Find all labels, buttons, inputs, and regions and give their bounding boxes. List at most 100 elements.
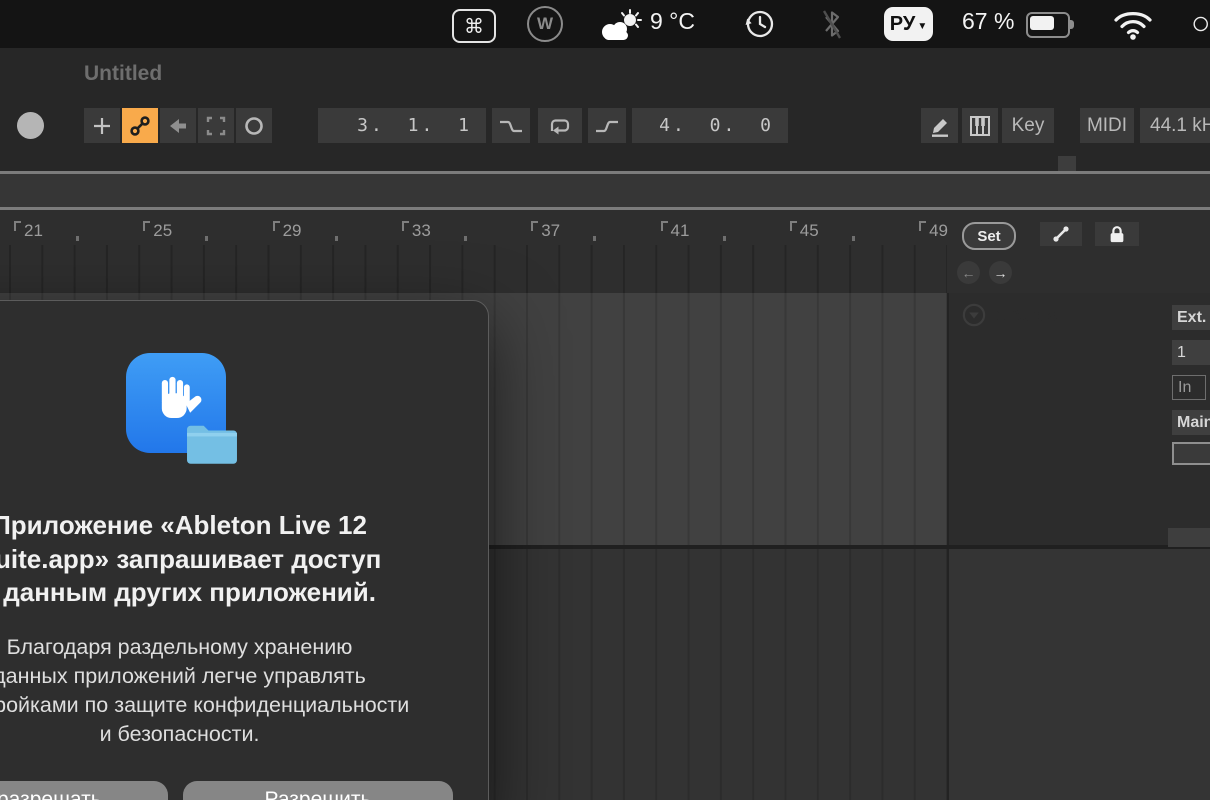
dialog-title-line: Suite.app» запрашивает доступ [0, 543, 382, 574]
nav-back-button[interactable]: ← [957, 261, 980, 284]
ruler-grid [0, 245, 947, 293]
allow-button[interactable]: Разрешить [183, 781, 453, 800]
track-header-column-lower [947, 549, 1210, 800]
lock-icon [1110, 226, 1124, 243]
circle-icon [245, 116, 263, 135]
battery-nub [1070, 20, 1074, 29]
key-map-button[interactable]: Key [1002, 108, 1054, 143]
track-name[interactable]: 1 Audio [996, 306, 1058, 326]
monitor-in-button[interactable]: In [1172, 375, 1206, 400]
arrangement-position-display[interactable]: 3. 1. 1 [318, 108, 486, 143]
lock-button[interactable] [1095, 222, 1139, 246]
punch-out-icon [596, 120, 618, 132]
battery-body [1026, 12, 1074, 38]
ruler-dot [463, 236, 467, 241]
ruler-bar-label: 37 [531, 221, 560, 241]
set-locator-button[interactable]: Set [962, 222, 1016, 250]
midi-in-indicator [1058, 156, 1076, 171]
ruler-bar-label: 33 [401, 221, 431, 241]
dialog-body-line: данных приложений легче управлять [0, 664, 366, 688]
beat-time-ruler[interactable]: 21 25 29 33 37 41 45 49 [0, 210, 1210, 293]
dialog-body-line: настройками по защите конфиденциальности [0, 693, 410, 717]
battery-fill [1030, 16, 1054, 30]
ruler-bar-label: 21 [14, 221, 43, 241]
battery-icon[interactable] [1026, 12, 1074, 38]
unfold-track-button[interactable] [962, 303, 986, 327]
nav-forward-button[interactable]: → [989, 261, 1012, 284]
draw-mode-button[interactable] [921, 108, 958, 143]
dialog-body: Благодаря раздельному хранению данных пр… [0, 633, 488, 749]
folder-icon [184, 421, 240, 470]
search-icon[interactable] [1186, 8, 1210, 40]
piano-keyboard-icon [970, 115, 990, 136]
track-header-audio-1[interactable]: 1 Audio [950, 295, 1162, 545]
ruler-tick-icon [14, 221, 21, 231]
plus-icon [94, 117, 110, 134]
wifi-icon[interactable] [1112, 8, 1154, 40]
input-type-chooser[interactable]: Ext. In [1172, 305, 1210, 330]
input-source-badge[interactable]: РУ ▼ [884, 7, 933, 41]
ruler-bar-label: 45 [789, 221, 819, 241]
battery-percent[interactable]: 67 % [962, 8, 1014, 35]
transport-bar: Untitled 3. 1. 1 4. 0. 0 Key MIDI 44.1 k… [0, 48, 1210, 191]
punch-in-button[interactable] [492, 108, 530, 143]
dialog-title-line: Приложение «Ableton Live 12 [0, 510, 367, 540]
ruler-tick-icon [272, 221, 280, 231]
link-icon [1053, 226, 1069, 242]
ruler-dot [334, 236, 338, 241]
sample-rate-display[interactable]: 44.1 kHz [1140, 108, 1210, 143]
ruler-bar-label: 25 [143, 221, 172, 241]
bluetooth-off-icon[interactable] [818, 7, 846, 41]
back-arrow-icon [170, 118, 186, 133]
punch-out-button[interactable] [588, 108, 626, 143]
weather-temperature[interactable]: 9 °C [650, 8, 695, 35]
ruler-bar-label: 49 [919, 221, 948, 241]
macos-menu-bar: ⌘ W 9 °C РУ ▼ 67 % [0, 0, 1210, 48]
deny-button[interactable]: Не разрешать [0, 781, 168, 800]
input-channel-chooser[interactable]: 1 [1172, 340, 1210, 365]
command-key-icon[interactable]: ⌘ [452, 9, 496, 43]
dialog-title: Приложение «Ableton Live 12 Suite.app» з… [0, 509, 488, 610]
output-type-chooser[interactable]: Main [1172, 410, 1210, 435]
ruler-dot [76, 236, 79, 241]
ruler-dot [593, 236, 597, 241]
ruler-tick-icon [143, 221, 151, 231]
ruler-tick-icon [789, 221, 797, 231]
overview-strip[interactable] [0, 174, 1210, 207]
ruler-dot [722, 236, 726, 241]
add-button[interactable] [84, 108, 120, 143]
capture-selection-button[interactable] [198, 108, 234, 143]
ruler-tick-icon [531, 221, 539, 231]
ruler-bar-label: 41 [660, 221, 689, 241]
ruler-tick-icon [401, 221, 409, 231]
punch-in-icon [500, 120, 522, 132]
pencil-icon [931, 118, 948, 137]
screen: ⌘ W 9 °C РУ ▼ 67 % Untitled 3. 1. 1 4. 0… [0, 0, 1210, 800]
re-enable-automation-button[interactable] [160, 108, 196, 143]
permission-dialog: Приложение «Ableton Live 12 Suite.app» з… [0, 300, 489, 800]
session-record-button[interactable] [236, 108, 272, 143]
ruler-tick-icon [660, 221, 668, 231]
link-button[interactable] [1040, 222, 1082, 246]
wacom-logo-icon[interactable]: W [527, 6, 563, 42]
ruler-tick-icon [919, 221, 927, 231]
weather-icon[interactable] [596, 8, 644, 42]
track-meter [1172, 442, 1210, 465]
set-title: Untitled [84, 62, 163, 85]
dialog-body-line: и безопасности. [99, 722, 260, 746]
ruler-dot [851, 236, 855, 241]
midi-map-button[interactable]: MIDI [1080, 108, 1134, 143]
dialog-title-line: к данным других приложений. [0, 577, 376, 607]
loop-button[interactable] [538, 108, 582, 143]
computer-midi-keyboard-button[interactable] [962, 108, 998, 143]
app-data-protection-icon [126, 353, 237, 464]
dialog-body-line: Благодаря раздельному хранению [6, 635, 353, 659]
automation-mode-button[interactable] [122, 108, 158, 143]
record-indicator[interactable] [17, 112, 44, 139]
input-source-label: РУ [889, 12, 916, 35]
time-machine-icon[interactable] [744, 8, 776, 40]
ruler-bar-label: 29 [272, 221, 302, 241]
loop-icon [550, 118, 570, 134]
loop-length-display[interactable]: 4. 0. 0 [632, 108, 788, 143]
input-source-caret-icon: ▼ [917, 20, 928, 32]
